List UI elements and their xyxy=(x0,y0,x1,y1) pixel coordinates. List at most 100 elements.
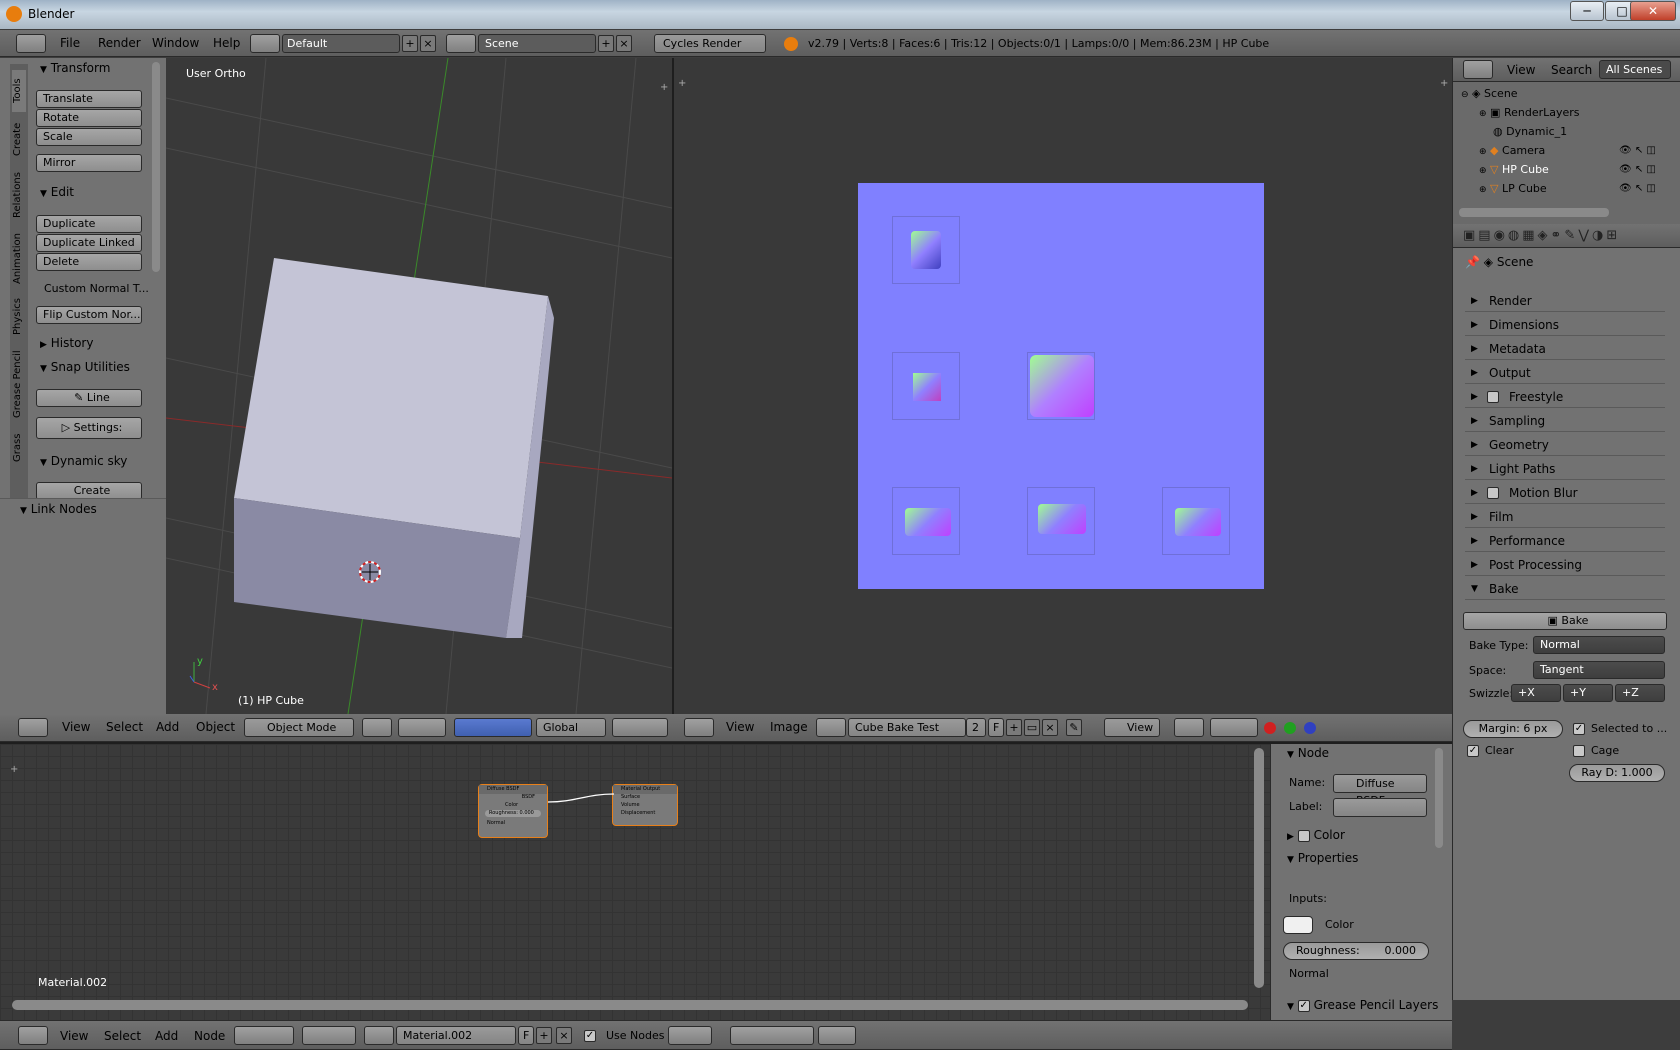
freestyle-checkbox[interactable] xyxy=(1487,391,1499,403)
rotate-button[interactable]: Rotate xyxy=(36,109,142,127)
snap-settings-button[interactable]: ▷ Settings: xyxy=(36,417,142,439)
tab-relations[interactable]: Relations xyxy=(12,166,26,224)
grease-pencil-layers-section[interactable]: ▼ ✓ Grease Pencil Layers xyxy=(1287,998,1438,1012)
outliner-item-renderlayers[interactable]: ⊕ ▣ RenderLayers xyxy=(1479,103,1580,122)
flip-custom-normals-button[interactable]: Flip Custom Nor... xyxy=(36,306,142,324)
layout-remove-button[interactable]: × xyxy=(420,35,436,52)
line-button[interactable]: ✎ Line xyxy=(36,389,142,407)
panel-bake[interactable]: ▼ Bake xyxy=(1465,578,1665,600)
space-select[interactable]: Tangent xyxy=(1533,661,1665,679)
material-browse-icon[interactable] xyxy=(364,1026,394,1045)
node-menu-select[interactable]: Select xyxy=(104,1029,141,1043)
scene-field[interactable]: Scene xyxy=(478,34,596,53)
panel-freestyle[interactable]: ▶ Freestyle xyxy=(1465,386,1665,408)
editor-type-node-icon[interactable] xyxy=(18,1026,48,1045)
outliner-item-world[interactable]: ◍ Dynamic_1 xyxy=(1493,122,1567,141)
transform-section[interactable]: ▼ Transform xyxy=(40,61,110,75)
render-engine-select[interactable]: Cycles Render xyxy=(654,34,766,53)
properties-context-icons[interactable]: ▣▤◉◍▦◈⚭✎⋁◑⊞ xyxy=(1463,228,1620,243)
image-name-field[interactable]: Cube Bake Test xyxy=(848,718,966,737)
editor-type-image-icon[interactable] xyxy=(684,718,714,737)
node-editor[interactable]: + Diffuse BSDF BSDF Color Roughness: 0.0… xyxy=(0,744,1270,1020)
orientation-select[interactable]: Global xyxy=(536,718,606,737)
node-menu-node[interactable]: Node xyxy=(194,1029,225,1043)
margin-field[interactable]: Margin: 6 px xyxy=(1463,720,1563,738)
ray-distance-field[interactable]: Ray D: 1.000 xyxy=(1569,764,1665,782)
tab-tools[interactable]: Tools xyxy=(12,70,26,112)
image-users-count[interactable]: 2 xyxy=(966,718,986,737)
swizzle-z-select[interactable]: +Z xyxy=(1615,684,1665,702)
panel-film[interactable]: ▶ Film xyxy=(1465,506,1665,528)
menu-file[interactable]: File xyxy=(60,36,80,50)
red-channel-icon[interactable] xyxy=(1264,722,1276,734)
outliner-view-menu[interactable]: View xyxy=(1507,63,1535,77)
viewport-menu-select[interactable]: Select xyxy=(106,720,143,734)
swizzle-x-select[interactable]: +X xyxy=(1511,684,1561,702)
visibility-eye-icon[interactable]: 👁 ↖ ◫ xyxy=(1619,145,1656,156)
node-section[interactable]: ▼ Node xyxy=(1287,746,1329,760)
node-editor-scrollbar[interactable] xyxy=(12,1000,1248,1010)
image-menu-view[interactable]: View xyxy=(726,720,754,734)
editor-type-info-icon[interactable] xyxy=(16,34,46,53)
mode-select[interactable]: Object Mode xyxy=(244,718,354,737)
pin-icon[interactable]: 📌 xyxy=(1465,255,1480,269)
image-fake-user-button[interactable]: F xyxy=(988,718,1004,737)
close-button[interactable]: ✕ xyxy=(1630,1,1676,21)
mirror-button[interactable]: Mirror xyxy=(36,154,142,172)
color-section[interactable]: ▶ Color xyxy=(1287,828,1345,842)
clear-checkbox[interactable]: ✓ xyxy=(1467,745,1479,757)
minimize-button[interactable]: ─ xyxy=(1570,1,1604,21)
image-unlink-button[interactable]: × xyxy=(1042,719,1058,736)
material-name-field[interactable]: Material.002 xyxy=(396,1026,516,1045)
viewport-3d[interactable]: User Ortho y x (1) HP Cube + xyxy=(166,58,672,714)
cage-checkbox[interactable] xyxy=(1573,745,1585,757)
outliner-scrollbar[interactable] xyxy=(1459,208,1609,217)
node-menu-add[interactable]: Add xyxy=(155,1029,178,1043)
layers-grid-icon[interactable] xyxy=(612,718,668,737)
roughness-field[interactable]: Roughness: 0.000 xyxy=(1283,942,1429,960)
tab-create[interactable]: Create xyxy=(12,116,26,162)
node-tree-type-icons[interactable] xyxy=(234,1026,294,1045)
panel-dimensions[interactable]: ▶ Dimensions xyxy=(1465,314,1665,336)
outliner-item-hp-cube[interactable]: ⊕ ▽ HP Cube xyxy=(1479,160,1549,179)
use-nodes-checkbox[interactable]: ✓ xyxy=(584,1030,596,1042)
outliner-search-menu[interactable]: Search xyxy=(1551,63,1592,77)
backdrop-icons[interactable] xyxy=(818,1026,856,1045)
scene-remove-button[interactable]: × xyxy=(616,35,632,52)
duplicate-button[interactable]: Duplicate xyxy=(36,215,142,233)
panel-render[interactable]: ▶ Render xyxy=(1465,290,1665,312)
motion-blur-checkbox[interactable] xyxy=(1487,487,1499,499)
node-editor-split-icon[interactable]: + xyxy=(10,764,18,775)
panel-geometry[interactable]: ▶ Geometry xyxy=(1465,434,1665,456)
shader-type-icons[interactable] xyxy=(302,1026,356,1045)
tab-grass[interactable]: Grass xyxy=(12,428,26,468)
outliner-item-camera[interactable]: ⊕ ◆ Camera xyxy=(1479,141,1545,160)
visibility-eye-icon[interactable]: 👁 ↖ ◫ xyxy=(1619,183,1656,194)
outliner-editor-type-icon[interactable] xyxy=(1463,60,1493,79)
blue-channel-icon[interactable] xyxy=(1304,722,1316,734)
green-channel-icon[interactable] xyxy=(1284,722,1296,734)
layout-add-button[interactable]: + xyxy=(402,35,418,52)
viewport-split-icon[interactable]: + xyxy=(660,82,668,93)
snap-icons[interactable] xyxy=(730,1026,814,1045)
panel-performance[interactable]: ▶ Performance xyxy=(1465,530,1665,552)
duplicate-linked-button[interactable]: Duplicate Linked xyxy=(36,234,142,252)
image-mode-select[interactable]: View xyxy=(1104,718,1160,737)
snap-utilities-section[interactable]: ▼ Snap Utilities xyxy=(40,360,130,374)
layout-icon[interactable] xyxy=(250,34,280,53)
editor-type-3d-icon[interactable] xyxy=(18,718,48,737)
outliner-filter-select[interactable]: All Scenes xyxy=(1599,60,1671,79)
material-unlink-button[interactable]: × xyxy=(556,1027,572,1044)
link-nodes-header[interactable]: ▼ Link Nodes xyxy=(0,498,166,522)
image-editor-split-icon[interactable]: + xyxy=(678,78,686,89)
node-label-field[interactable] xyxy=(1333,798,1427,817)
properties-section[interactable]: ▼ Properties xyxy=(1287,851,1358,865)
edit-section[interactable]: ▼ Edit xyxy=(40,185,74,199)
tab-animation[interactable]: Animation xyxy=(12,228,26,290)
menu-window[interactable]: Window xyxy=(152,36,199,50)
node-menu-view[interactable]: View xyxy=(60,1029,88,1043)
scene-icon[interactable] xyxy=(446,34,476,53)
panel-motion-blur[interactable]: ▶ Motion Blur xyxy=(1465,482,1665,504)
panel-sampling[interactable]: ▶ Sampling xyxy=(1465,410,1665,432)
pin-icon[interactable] xyxy=(668,1026,712,1045)
